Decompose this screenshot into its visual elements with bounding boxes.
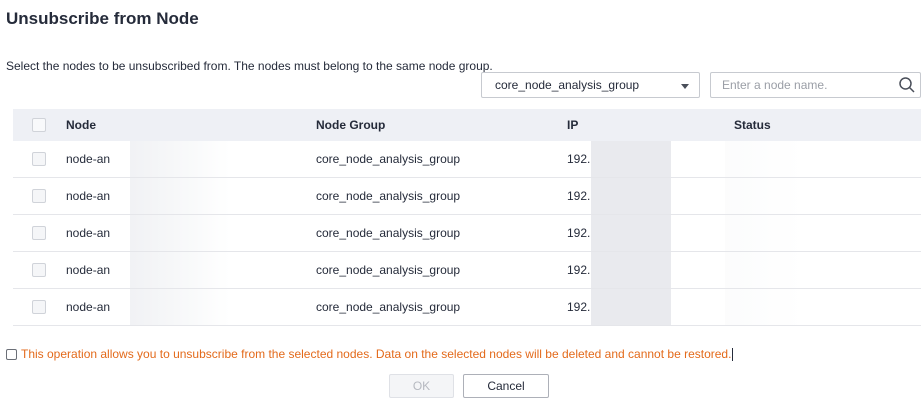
node-name-cell: node-an [66, 226, 111, 240]
node-group-select[interactable]: core_node_analysis_group [481, 72, 700, 98]
redacted-node-name [130, 215, 230, 251]
table-row[interactable]: node-an core_node_analysis_group 192. [13, 215, 921, 252]
column-header-status: Status [734, 118, 771, 132]
node-search-input[interactable] [711, 73, 902, 97]
dialog-description: Select the nodes to be unsubscribed from… [6, 59, 493, 73]
row-checkbox[interactable] [32, 300, 46, 314]
redacted-ip [591, 252, 671, 288]
ip-cell: 192. [567, 300, 591, 314]
table-row[interactable]: node-an core_node_analysis_group 192. [13, 141, 921, 178]
row-checkbox[interactable] [32, 152, 46, 166]
warning-text: This operation allows you to unsubscribe… [21, 347, 732, 361]
redacted-status [725, 141, 805, 177]
chevron-down-icon [681, 84, 689, 89]
node-name-cell: node-an [66, 189, 111, 203]
redacted-node-name [130, 289, 230, 325]
ok-button[interactable]: OK [389, 374, 454, 398]
redacted-ip [591, 141, 671, 177]
redacted-status [725, 289, 805, 325]
redacted-node-name [130, 178, 230, 214]
confirm-checkbox[interactable] [6, 348, 17, 360]
redacted-node-name [130, 252, 230, 288]
select-all-checkbox[interactable] [32, 118, 46, 132]
redacted-status [725, 215, 805, 251]
text-cursor [732, 347, 734, 361]
row-checkbox[interactable] [32, 263, 46, 277]
row-checkbox[interactable] [32, 189, 46, 203]
table-row[interactable]: node-an core_node_analysis_group 192. [13, 178, 921, 215]
confirm-warning[interactable]: This operation allows you to unsubscribe… [6, 347, 734, 361]
redacted-ip [591, 178, 671, 214]
redacted-ip [591, 289, 671, 325]
node-table: Node Node Group IP Status node-an core_n… [13, 109, 921, 326]
column-header-ip: IP [567, 118, 579, 132]
redacted-status [725, 252, 805, 288]
node-group-select-value: core_node_analysis_group [495, 78, 640, 92]
node-group-cell: core_node_analysis_group [316, 226, 461, 240]
node-group-cell: core_node_analysis_group [316, 263, 461, 277]
search-icon[interactable] [898, 76, 916, 94]
table-header: Node Node Group IP Status [13, 109, 921, 141]
ip-cell: 192. [567, 152, 591, 166]
ip-cell: 192. [567, 226, 591, 240]
column-header-node-group: Node Group [316, 118, 386, 132]
node-group-cell: core_node_analysis_group [316, 300, 461, 314]
row-checkbox[interactable] [32, 226, 46, 240]
node-group-cell: core_node_analysis_group [316, 152, 461, 166]
table-row[interactable]: node-an core_node_analysis_group 192. [13, 289, 921, 326]
node-search-box[interactable] [710, 72, 921, 98]
ip-cell: 192. [567, 263, 591, 277]
table-row[interactable]: node-an core_node_analysis_group 192. [13, 252, 921, 289]
node-group-cell: core_node_analysis_group [316, 189, 461, 203]
node-name-cell: node-an [66, 152, 111, 166]
node-name-cell: node-an [66, 300, 111, 314]
node-name-cell: node-an [66, 263, 111, 277]
dialog-title: Unsubscribe from Node [6, 9, 199, 28]
ip-cell: 192. [567, 189, 591, 203]
column-header-node: Node [66, 118, 96, 132]
redacted-status [725, 178, 805, 214]
redacted-ip [591, 215, 671, 251]
cancel-button[interactable]: Cancel [463, 374, 549, 398]
redacted-node-name [130, 141, 230, 177]
